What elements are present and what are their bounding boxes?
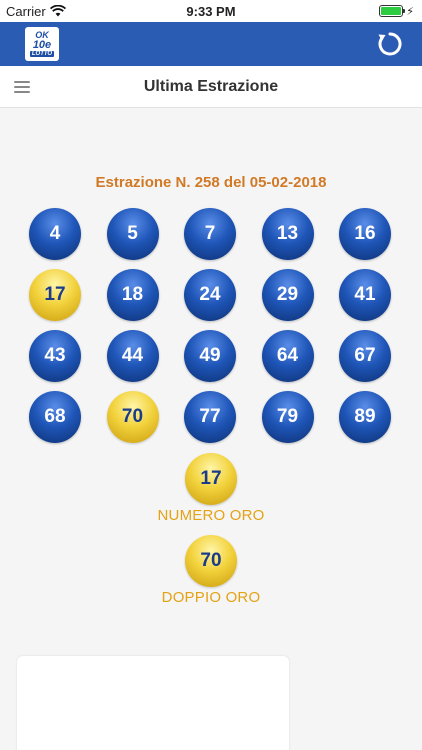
number-ball: 77 (184, 391, 236, 443)
status-left: Carrier (6, 4, 66, 19)
status-right: ⚡ (379, 5, 414, 18)
wifi-icon (49, 5, 66, 17)
refresh-button[interactable] (376, 30, 404, 58)
logo-ten-text: 10e (32, 39, 52, 51)
number-ball: 4 (29, 208, 81, 260)
number-ball: 64 (261, 330, 314, 382)
numero-oro-section: 17 NUMERO ORO (0, 453, 422, 524)
number-ball: 5 (106, 208, 159, 260)
number-ball: 41 (339, 269, 391, 321)
battery-icon (379, 5, 406, 17)
draw-numbers-grid: 4 5 7 13 16 17 18 24 29 41 43 44 49 64 67 68 70 77 79 89 (29, 208, 393, 443)
bottom-card (17, 656, 289, 750)
doppio-oro-label: DOPPIO ORO (161, 589, 261, 606)
menu-line (14, 85, 30, 88)
charging-bolt-icon: ⚡ (406, 5, 414, 18)
nav-bar: Ultima Estrazione (0, 66, 422, 108)
number-ball: 89 (339, 391, 391, 443)
hamburger-menu-button[interactable] (14, 79, 30, 95)
number-ball: 67 (339, 330, 391, 382)
number-ball: 16 (339, 208, 391, 260)
page-title: Ultima Estrazione (143, 77, 279, 95)
number-ball: 49 (184, 330, 236, 382)
numero-oro-label: NUMERO ORO (157, 507, 265, 524)
number-ball: 44 (106, 330, 159, 382)
battery-fill (381, 7, 402, 15)
number-ball: 79 (261, 391, 314, 443)
draw-title: Estrazione N. 258 del 05-02-2018 (95, 174, 327, 191)
number-ball: 70 (106, 391, 159, 443)
carrier-label: Carrier (6, 3, 46, 19)
menu-line (14, 80, 30, 83)
number-ball: 17 (29, 269, 81, 321)
number-ball: 68 (29, 391, 81, 443)
doppio-oro-section: 70 DOPPIO ORO (0, 535, 422, 606)
doppio-oro-ball: 70 (185, 535, 237, 587)
logo-lotto-text: LOTTO (29, 51, 55, 57)
number-ball: 13 (261, 208, 314, 260)
number-ball: 29 (261, 269, 314, 321)
number-ball: 43 (29, 330, 81, 382)
refresh-icon (378, 32, 402, 56)
status-bar: Carrier 9:33 PM ⚡ (0, 0, 422, 22)
app-header: OK 10e LOTTO (0, 22, 422, 66)
number-ball: 24 (184, 269, 236, 321)
number-ball: 7 (184, 208, 236, 260)
menu-line (14, 91, 30, 94)
numero-oro-ball: 17 (185, 453, 237, 505)
app-logo: OK 10e LOTTO (25, 27, 59, 61)
number-ball: 18 (106, 269, 159, 321)
